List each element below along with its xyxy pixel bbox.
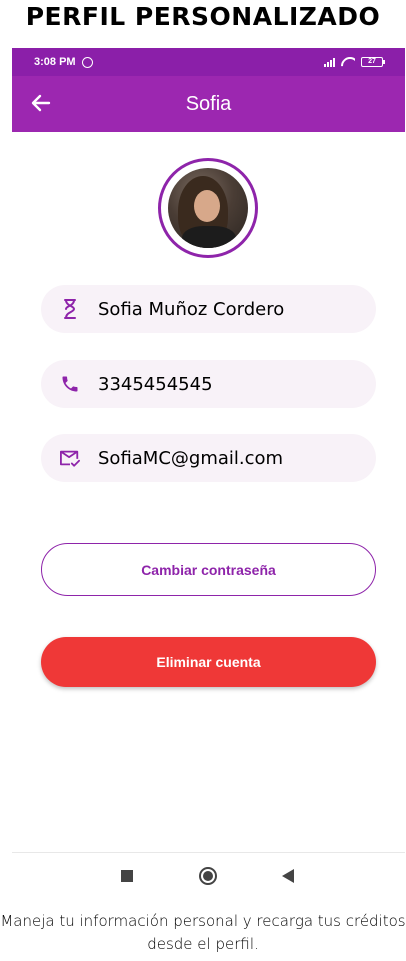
email-value: SofiaMC@gmail.com	[98, 447, 284, 469]
name-value: Sofia Muñoz Cordero	[98, 298, 285, 320]
arrow-left-icon	[31, 94, 51, 112]
alarm-icon	[81, 56, 93, 68]
avatar-body	[182, 226, 236, 248]
avatar-ring	[158, 158, 258, 258]
battery-icon: 27	[361, 57, 385, 67]
app-bar: Sofia	[12, 76, 405, 132]
status-left: 3:08 PM	[34, 56, 93, 68]
app-title: Sofia	[185, 92, 232, 115]
change-password-button[interactable]: Cambiar contraseña	[41, 543, 376, 596]
back-button[interactable]	[28, 90, 54, 116]
page-heading: PERFIL PERSONALIZADO	[25, 2, 381, 31]
wifi-icon	[341, 57, 355, 67]
avatar-face	[194, 190, 220, 222]
phone-icon	[59, 373, 81, 395]
phone-value: 3345454545	[98, 373, 213, 395]
android-nav-bar	[12, 852, 405, 898]
mail-check-icon	[59, 447, 81, 469]
status-right: 27	[324, 57, 385, 67]
phone-screen: 3:08 PM 27 Sofia Sofia Muñoz Cordero 334…	[12, 48, 405, 898]
signal-icon	[324, 57, 335, 67]
caption: Maneja tu información personal y recarga…	[0, 912, 406, 953]
delete-account-button[interactable]: Eliminar cuenta	[41, 637, 376, 687]
email-field[interactable]: SofiaMC@gmail.com	[41, 434, 376, 482]
phone-field[interactable]: 3345454545	[41, 360, 376, 408]
hourglass-icon	[59, 298, 81, 320]
name-field[interactable]: Sofia Muñoz Cordero	[41, 285, 376, 333]
status-bar: 3:08 PM 27	[12, 48, 405, 76]
status-time: 3:08 PM	[34, 56, 76, 68]
avatar[interactable]	[168, 168, 248, 248]
system-back-button[interactable]	[282, 869, 294, 883]
home-button[interactable]	[199, 867, 217, 885]
recents-button[interactable]	[121, 870, 133, 882]
